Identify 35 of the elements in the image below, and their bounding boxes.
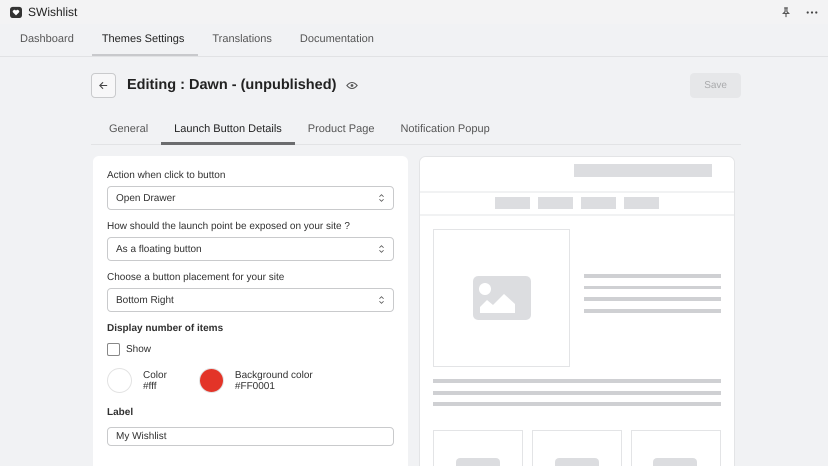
color-value: #fff	[143, 380, 158, 392]
field-label: Label	[107, 407, 134, 419]
field-label: Choose a button placement for your site	[107, 272, 286, 284]
section-heading: Display number of items	[107, 323, 224, 335]
color-label: Background color	[234, 370, 313, 380]
back-arrow-icon	[98, 80, 109, 90]
section-tab[interactable]: Product Page	[294, 116, 388, 145]
color-swatch[interactable]	[107, 368, 132, 393]
select-field[interactable]: As a floating button	[107, 237, 394, 261]
eye-icon[interactable]	[346, 80, 358, 90]
section-tab[interactable]: Notification Popup	[387, 116, 503, 145]
nav-tab[interactable]: Dashboard	[10, 24, 88, 56]
app-logo-icon	[10, 6, 22, 18]
pin-icon[interactable]	[780, 6, 792, 18]
nav-tab[interactable]: Documentation	[290, 24, 388, 56]
app-title: SWishlist	[28, 5, 78, 19]
chevron-up-down-icon	[378, 193, 385, 203]
chevron-up-down-icon	[378, 244, 385, 254]
select-field[interactable]: Open Drawer	[107, 186, 394, 210]
back-button[interactable]	[91, 72, 116, 98]
color-value: #FF0001	[234, 380, 276, 392]
checkbox-label: Show	[126, 344, 152, 355]
show-checkbox[interactable]	[107, 343, 120, 356]
chevron-up-down-icon	[378, 295, 385, 305]
color-label: Color	[143, 370, 167, 380]
section-tab[interactable]: Launch Button Details	[161, 116, 295, 145]
nav-tab[interactable]: Translations	[202, 24, 286, 56]
color-swatch[interactable]	[198, 368, 224, 393]
field-label: Action when click to button	[107, 170, 226, 182]
field-label: How should the launch point be exposed on your site ?	[107, 221, 351, 233]
page-title: Editing : Dawn - (unpublished)	[127, 77, 336, 93]
section-tab[interactable]: General	[96, 116, 162, 145]
label-input[interactable]: My Wishlist	[107, 427, 394, 446]
select-field[interactable]: Bottom Right	[107, 288, 394, 312]
nav-tab[interactable]: Themes Settings	[92, 24, 198, 56]
